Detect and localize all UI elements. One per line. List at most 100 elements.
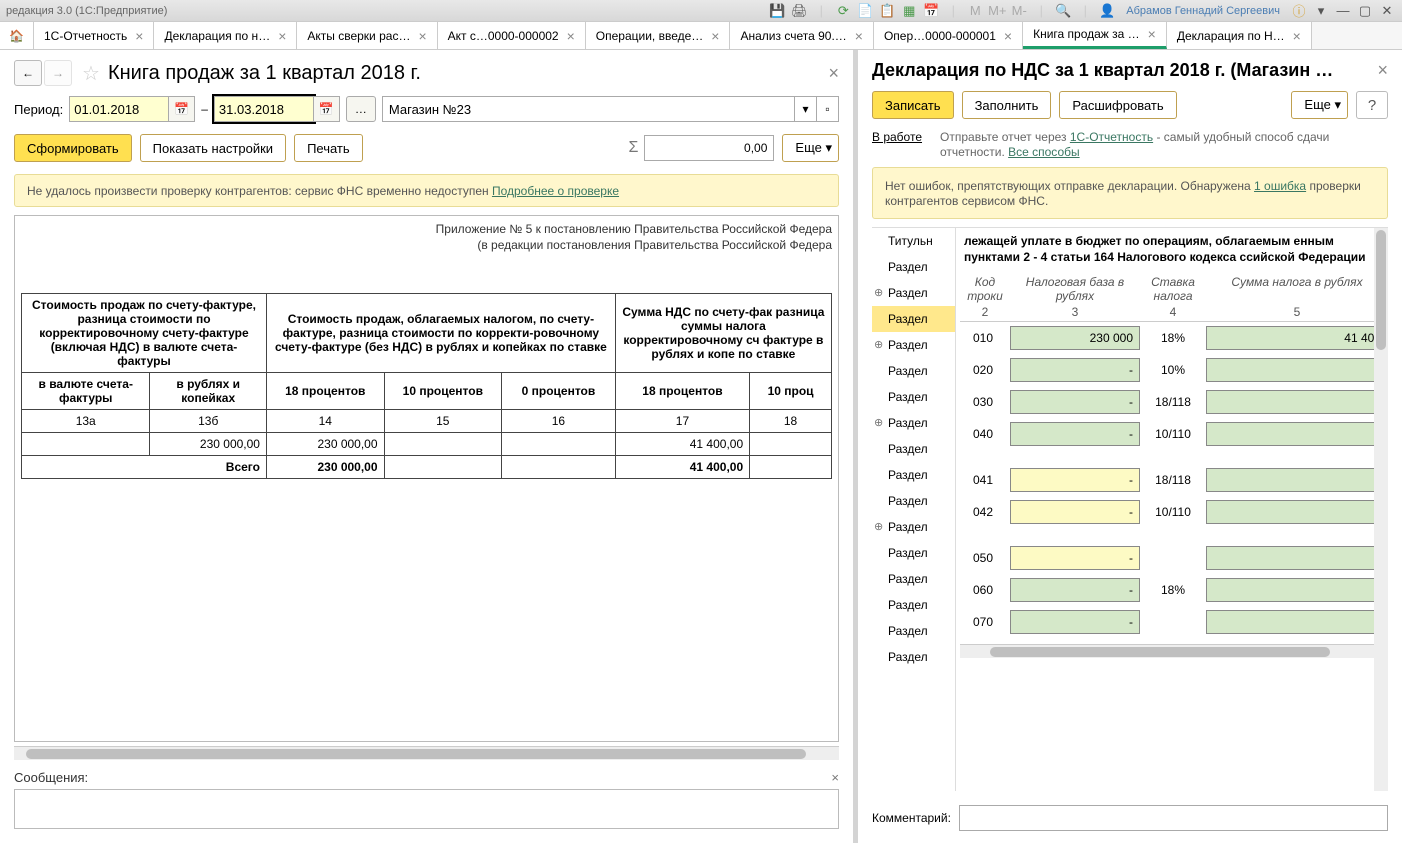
- report-area[interactable]: Приложение № 5 к постановлению Правитель…: [14, 215, 839, 742]
- tab-close-icon[interactable]: ×: [1148, 26, 1156, 42]
- base-cell[interactable]: -: [1010, 610, 1140, 634]
- m-icon[interactable]: M: [966, 2, 984, 20]
- comment-input[interactable]: [959, 805, 1388, 831]
- section-item[interactable]: ⊕Раздел: [872, 514, 955, 540]
- base-cell[interactable]: -: [1010, 422, 1140, 446]
- doc2-icon[interactable]: 📋: [878, 2, 896, 20]
- error-link[interactable]: 1 ошибка: [1254, 179, 1306, 193]
- section-item[interactable]: Раздел: [872, 358, 955, 384]
- org-dropdown-icon[interactable]: ▾: [795, 96, 817, 122]
- section-item[interactable]: Раздел: [872, 462, 955, 488]
- calc-icon[interactable]: ▦: [900, 2, 918, 20]
- section-item[interactable]: Раздел: [872, 618, 955, 644]
- base-cell[interactable]: -: [1010, 468, 1140, 492]
- refresh-icon[interactable]: ⟳: [834, 2, 852, 20]
- help-button[interactable]: ?: [1356, 91, 1388, 119]
- tab[interactable]: Акты сверки рас…×: [297, 22, 437, 49]
- date-from-input[interactable]: [69, 96, 169, 122]
- minimize-icon[interactable]: —: [1334, 2, 1352, 20]
- nav-back-button[interactable]: ←: [14, 60, 42, 86]
- close-pane-icon[interactable]: ×: [828, 63, 839, 84]
- period-picker-button[interactable]: …: [346, 96, 376, 122]
- sum-input[interactable]: [644, 135, 774, 161]
- tax-cell[interactable]: -: [1206, 578, 1388, 602]
- nav-fwd-button[interactable]: →: [44, 60, 72, 86]
- tab-close-icon[interactable]: ×: [855, 28, 863, 44]
- more-button[interactable]: Еще ▾: [782, 134, 839, 162]
- section-item[interactable]: Раздел: [872, 592, 955, 618]
- decode-button[interactable]: Расшифровать: [1059, 91, 1176, 119]
- base-cell[interactable]: 230 000: [1010, 326, 1140, 350]
- calendar-icon[interactable]: 📅: [169, 96, 195, 122]
- form-button[interactable]: Сформировать: [14, 134, 132, 162]
- close-pane-icon[interactable]: ×: [1377, 60, 1388, 81]
- base-cell[interactable]: -: [1010, 390, 1140, 414]
- write-button[interactable]: Записать: [872, 91, 954, 119]
- tax-cell[interactable]: 41 400: [1206, 326, 1388, 350]
- print-button[interactable]: Печать: [294, 134, 363, 162]
- grid-vscroll[interactable]: [1374, 228, 1388, 791]
- info-icon[interactable]: ⓘ: [1290, 2, 1308, 20]
- tax-cell[interactable]: -: [1206, 468, 1388, 492]
- tab[interactable]: Книга продаж за …×: [1023, 22, 1167, 49]
- grid-area[interactable]: лежащей уплате в бюджет по операциям, об…: [956, 228, 1388, 791]
- tab[interactable]: Операции, введе…×: [586, 22, 731, 49]
- section-item[interactable]: ⊕Раздел: [872, 332, 955, 358]
- section-item[interactable]: Раздел: [872, 306, 955, 332]
- tab-close-icon[interactable]: ×: [711, 28, 719, 44]
- date-to-input[interactable]: [214, 96, 314, 122]
- section-item[interactable]: ⊕Раздел: [872, 410, 955, 436]
- base-cell[interactable]: -: [1010, 358, 1140, 382]
- tab-home[interactable]: 🏠: [0, 22, 34, 49]
- base-cell[interactable]: -: [1010, 500, 1140, 524]
- calendar-icon[interactable]: 📅: [922, 2, 940, 20]
- section-item[interactable]: ⊕Раздел: [872, 280, 955, 306]
- tab-close-icon[interactable]: ×: [278, 28, 286, 44]
- base-cell[interactable]: -: [1010, 546, 1140, 570]
- tab[interactable]: Декларация по Н…×: [1167, 22, 1312, 49]
- tax-cell[interactable]: -: [1206, 358, 1388, 382]
- section-item[interactable]: Раздел: [872, 540, 955, 566]
- date-from-field[interactable]: 📅: [69, 96, 195, 122]
- tab-close-icon[interactable]: ×: [1004, 28, 1012, 44]
- link-1c[interactable]: 1С-Отчетность: [1070, 130, 1153, 144]
- dd-icon[interactable]: ▾: [1312, 2, 1330, 20]
- favorite-icon[interactable]: ☆: [82, 61, 100, 86]
- link-all[interactable]: Все способы: [1008, 145, 1080, 159]
- org-open-icon[interactable]: ▫: [817, 96, 839, 122]
- messages-close-icon[interactable]: ×: [831, 770, 839, 785]
- org-input[interactable]: [382, 96, 795, 122]
- section-item[interactable]: Раздел: [872, 436, 955, 462]
- warning-link[interactable]: Подробнее о проверке: [492, 184, 619, 198]
- tab-close-icon[interactable]: ×: [567, 28, 575, 44]
- base-cell[interactable]: -: [1010, 578, 1140, 602]
- section-item[interactable]: Раздел: [872, 384, 955, 410]
- date-to-field[interactable]: 📅: [214, 96, 340, 122]
- tab[interactable]: Опер…0000-000001×: [874, 22, 1023, 49]
- tab-close-icon[interactable]: ×: [418, 28, 426, 44]
- tab[interactable]: Анализ счета 90.…×: [730, 22, 873, 49]
- tax-cell[interactable]: -: [1206, 422, 1388, 446]
- report-hscroll[interactable]: [14, 746, 839, 760]
- grid-hscroll[interactable]: [960, 644, 1388, 658]
- close-icon[interactable]: ✕: [1378, 2, 1396, 20]
- status-label[interactable]: В работе: [872, 129, 922, 159]
- more-button[interactable]: Еще ▾: [1291, 91, 1348, 119]
- mplus-icon[interactable]: M+: [988, 2, 1006, 20]
- tax-cell[interactable]: -: [1206, 500, 1388, 524]
- tax-cell[interactable]: -: [1206, 546, 1388, 570]
- tab[interactable]: 1С-Отчетность×: [34, 22, 154, 49]
- tab-close-icon[interactable]: ×: [1293, 28, 1301, 44]
- fill-button[interactable]: Заполнить: [962, 91, 1052, 119]
- print-icon[interactable]: 🖨: [790, 2, 808, 20]
- show-settings-button[interactable]: Показать настройки: [140, 134, 286, 162]
- doc-icon[interactable]: 📄: [856, 2, 874, 20]
- tax-cell[interactable]: -: [1206, 390, 1388, 414]
- section-item[interactable]: Раздел: [872, 566, 955, 592]
- section-item[interactable]: Раздел: [872, 644, 955, 670]
- calendar-icon[interactable]: 📅: [314, 96, 340, 122]
- maximize-icon[interactable]: ▢: [1356, 2, 1374, 20]
- tab[interactable]: Акт с…0000-000002×: [438, 22, 586, 49]
- tab[interactable]: Декларация по н…×: [154, 22, 297, 49]
- section-item[interactable]: Титульн: [872, 228, 955, 254]
